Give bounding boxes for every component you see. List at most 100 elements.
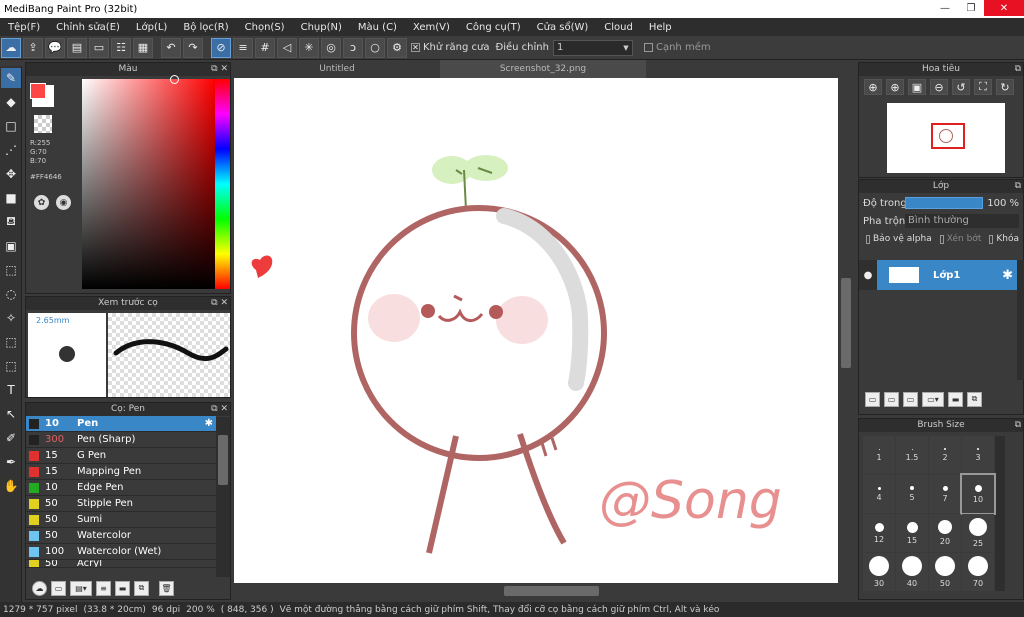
brush-size-cell[interactable]: 5 [896,475,928,513]
brush-item[interactable]: 15 Mapping Pen [26,464,216,480]
brush-size-cell[interactable]: 70 [962,553,994,591]
fill-rect-tool-icon[interactable]: ■ [1,188,21,208]
adjust-select[interactable]: 1 ▼ [552,39,633,56]
share-icon[interactable]: ⇪ [23,37,43,58]
brush-size-cell[interactable]: 25 [962,514,994,552]
hue-slider[interactable] [215,79,230,289]
brush-size-cell[interactable]: 1 [863,436,895,474]
add-brush-icon[interactable]: ▤▾ [70,580,92,596]
menu-filter[interactable]: Bộ lọc(R) [175,22,236,33]
brush-size-cell[interactable]: 2 [929,436,961,474]
panel-close-icon[interactable]: ⧉ [1015,63,1021,76]
brush-size-cell[interactable]: 3 [962,436,994,474]
brush-size-cell[interactable]: 50 [929,553,961,591]
menu-window[interactable]: Cửa sổ(W) [529,22,597,33]
brush-size-cell[interactable]: 30 [863,553,895,591]
rectangle-tool-icon[interactable]: □ [1,116,21,136]
menu-cloud[interactable]: Cloud [596,22,641,33]
brush-item[interactable]: 10 Edge Pen [26,480,216,496]
new-layer-icon[interactable]: ▭ [865,391,880,407]
brush-size-cell[interactable]: 40 [896,553,928,591]
menu-capture[interactable]: Chụp(N) [293,22,350,33]
cloud-brush-icon[interactable]: ☁ [32,580,47,596]
comment-icon[interactable]: 💬 [45,37,65,58]
brush-size-cell[interactable]: 20 [929,514,961,552]
lock-checkbox[interactable] [989,234,994,244]
maximize-button[interactable]: ❐ [958,0,984,16]
layer-item[interactable]: ● Lớp1 ✱ [859,260,1017,290]
canvas-area[interactable]: @Song [234,78,854,583]
select-tool-icon[interactable]: ⬚ [1,260,21,280]
brush-tool-icon[interactable]: ✎ [1,68,21,88]
visibility-eye-icon[interactable]: ● [859,270,877,281]
brush-size-cell[interactable]: 7 [929,475,961,513]
brush-item[interactable]: 300 Pen (Sharp) [26,432,216,448]
color-cursor[interactable] [170,75,179,84]
cloud-icon[interactable]: ☁ [1,37,21,58]
brush-item[interactable]: 50 Stipple Pen [26,496,216,512]
gear-icon[interactable]: ✱ [1002,268,1013,283]
layout-icon[interactable]: ▦ [133,37,153,58]
brush-item[interactable]: 50 Acryl [26,560,216,568]
circle-snap-icon[interactable]: ○ [365,37,385,58]
alpha-protect-checkbox[interactable] [866,234,870,244]
curve-snap-icon[interactable]: ↄ [343,37,363,58]
transparent-swatch[interactable] [34,115,52,133]
lasso-tool-icon[interactable]: ◌ [1,284,21,304]
page-icon[interactable]: ▭ [89,37,109,58]
smooth-edge-checkbox[interactable] [643,43,653,52]
brush-properties-icon[interactable]: ≡ [96,580,111,596]
select-pen-tool-icon[interactable]: ⬚ [1,332,21,352]
saturation-value-field[interactable] [82,79,215,289]
rotate-left-icon[interactable]: ↺ [952,79,970,95]
brush-item[interactable]: 100 Watercolor (Wet) [26,544,216,560]
brush-size-cell-selected[interactable]: 10 [960,473,996,515]
menu-select[interactable]: Chọn(S) [237,22,293,33]
layer-scrollbar[interactable] [1017,260,1024,380]
panel-close-icon[interactable]: ⧉ [1015,180,1021,193]
redo-icon[interactable]: ↷ [183,37,203,58]
menu-edit[interactable]: Chỉnh sửa(E) [48,22,128,33]
brush-size-cell[interactable]: 15 [896,514,928,552]
actual-size-icon[interactable]: ⛶ [974,79,992,95]
menu-tools[interactable]: Công cụ(T) [458,22,529,33]
navigator-thumbnail[interactable] [887,103,1005,173]
smooth-edge-toggle[interactable]: Cạnh mềm [641,42,711,53]
brush-item[interactable]: 50 Watercolor [26,528,216,544]
panel-close-icon[interactable]: ⧉ [1015,419,1021,432]
panel-close-icon[interactable]: ⧉ ✕ [211,63,228,76]
brush-size-cell[interactable]: 1.5 [896,436,928,474]
panel-close-icon[interactable]: ⧉ ✕ [211,403,228,416]
trash-icon[interactable]: 🗑 [159,580,174,596]
foreground-color-swatch[interactable] [30,83,46,99]
grid-snap-icon[interactable]: # [255,37,275,58]
select-eraser-tool-icon[interactable]: ⬚ [1,356,21,376]
close-button[interactable]: ✕ [984,0,1024,16]
scroll-thumb[interactable] [218,435,228,485]
zoom-plus-icon[interactable]: ⊕ [886,79,904,95]
panel-close-icon[interactable]: ⧉ ✕ [211,297,228,310]
clip-checkbox[interactable] [939,234,944,244]
minimize-button[interactable]: — [932,0,958,16]
menu-layer[interactable]: Lớp(L) [128,22,175,33]
add-layer-menu-icon[interactable]: ▭▾ [922,391,944,407]
tab-screenshot[interactable]: Screenshot_32.png [440,60,646,78]
antialias-checkbox[interactable]: ✕ [411,43,420,52]
antialias-toggle[interactable]: ✕ Khử răng cưa [408,42,489,53]
blend-select[interactable]: Bình thường [905,214,1019,228]
new-brush-icon[interactable]: ▭ [51,580,66,596]
scroll-thumb[interactable] [504,586,599,596]
folder-icon[interactable]: ▬ [948,391,963,407]
concentric-snap-icon[interactable]: ◎ [321,37,341,58]
rotate-right-icon[interactable]: ↻ [996,79,1014,95]
magic-wand-tool-icon[interactable]: ✧ [1,308,21,328]
bucket-tool-icon[interactable]: ⛾ [1,212,21,232]
scroll-thumb[interactable] [841,278,851,368]
new-halftone-layer-icon[interactable]: ▭ [884,391,899,407]
settings-gear-icon[interactable]: ⚙ [387,37,407,58]
menu-color[interactable]: Màu (C) [350,22,405,33]
brush-size-cell[interactable]: 12 [863,514,895,552]
move-tool-icon[interactable]: ✥ [1,164,21,184]
gradient-tool-icon[interactable]: ▣ [1,236,21,256]
gear-icon[interactable]: ✱ [205,418,213,429]
